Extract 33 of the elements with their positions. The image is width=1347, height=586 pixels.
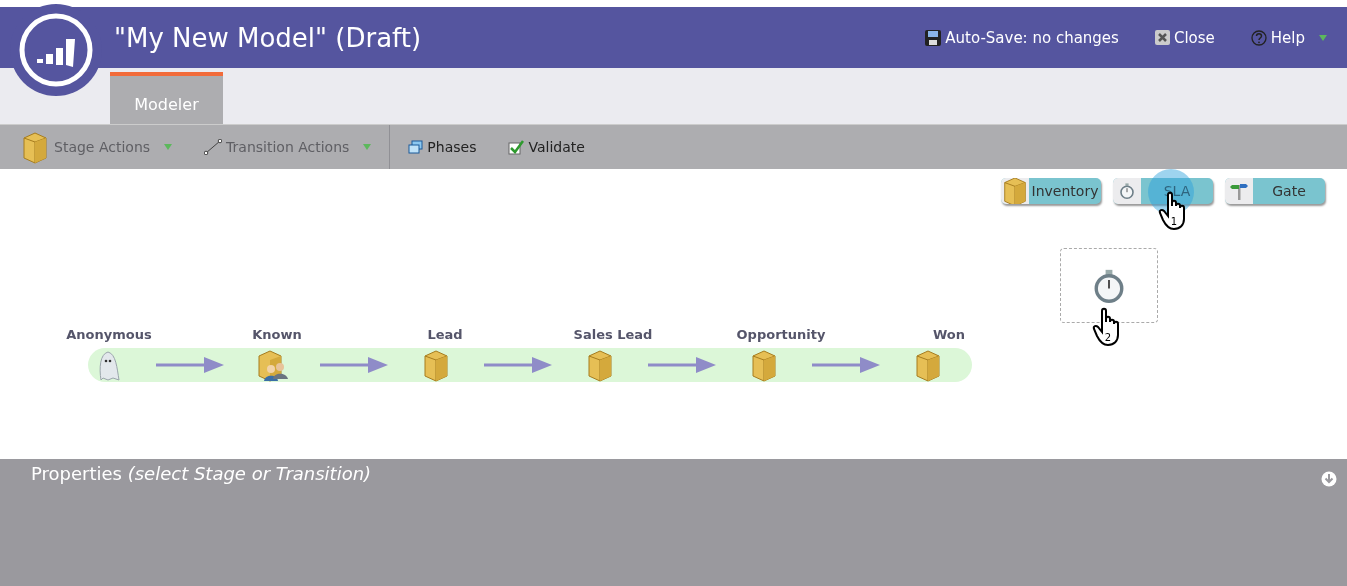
arrow	[155, 356, 224, 374]
step-number: 1	[1170, 216, 1178, 227]
box-icon	[421, 348, 451, 382]
signpost-icon	[1230, 182, 1248, 200]
palette-button[interactable]: Gate	[1225, 178, 1325, 204]
windows-icon	[408, 140, 424, 154]
stopwatch-icon	[1092, 268, 1126, 303]
toolbar-button[interactable]: Phases	[408, 139, 477, 155]
arrow	[484, 356, 552, 374]
checkmark-icon	[508, 139, 525, 155]
stage-label: Opportunity	[736, 327, 826, 342]
stopwatch-icon	[1119, 183, 1135, 199]
close-icon	[1154, 30, 1170, 45]
close-link[interactable]: Close	[1154, 28, 1215, 47]
box-icon	[1001, 178, 1029, 204]
stage-label: Lead	[426, 327, 464, 342]
stage-label: Won	[931, 327, 967, 342]
window-title: "My New Model" (Draft)	[114, 22, 423, 53]
connector-icon	[204, 139, 223, 155]
arrow	[320, 356, 388, 374]
stage-label: Anonymous	[65, 327, 153, 342]
stage-label: Sales Lead	[572, 327, 654, 342]
toolbar-button[interactable]: Validate	[508, 139, 585, 155]
properties-title: Properties (select Stage or Transition)	[31, 463, 372, 484]
save-link[interactable]: Auto-Save: no changes	[925, 28, 1119, 47]
palette-button[interactable]: Inventory	[1001, 178, 1101, 204]
arrow	[812, 356, 881, 374]
help-icon	[1250, 29, 1267, 46]
arrow	[648, 356, 717, 374]
help-link[interactable]: Help	[1250, 28, 1327, 47]
step-number: 2	[1104, 332, 1112, 343]
box-icon	[20, 130, 50, 164]
stage-label: Known	[251, 327, 303, 342]
